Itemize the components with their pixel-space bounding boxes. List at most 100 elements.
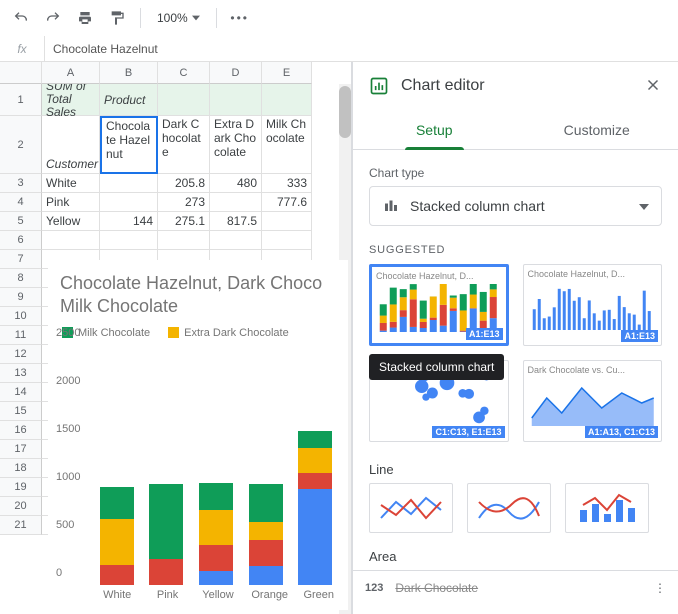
column-header[interactable]: B: [100, 62, 158, 84]
stacked-column-icon: [382, 196, 400, 217]
cell[interactable]: Product: [100, 84, 158, 116]
cell[interactable]: 480: [210, 174, 262, 193]
line-chart-option-2[interactable]: [467, 483, 551, 533]
number-format-icon: 123: [365, 582, 383, 594]
row-header[interactable]: 7: [0, 250, 42, 269]
sheet-tab-menu[interactable]: ⋮: [654, 581, 666, 595]
tooltip: Stacked column chart: [369, 354, 504, 380]
cell[interactable]: [158, 84, 210, 116]
spreadsheet: ABCDE 1SUM of Total SalesProduct 2Custome…: [0, 62, 352, 614]
chart-type-select[interactable]: Stacked column chart: [369, 186, 662, 226]
cell[interactable]: White: [42, 174, 100, 193]
close-button[interactable]: [644, 76, 662, 97]
row-header[interactable]: 5: [0, 212, 42, 231]
sheet-tab-bar: 123 Dark Chocolate ⋮: [353, 570, 678, 604]
cell[interactable]: Chocolate Hazelnut: [100, 116, 158, 174]
chart-editor-panel: Chart editor Setup Customize Chart type …: [352, 62, 678, 614]
row-header[interactable]: 1: [0, 84, 42, 116]
row-header[interactable]: 6: [0, 231, 42, 250]
column-header[interactable]: A: [42, 62, 100, 84]
row-header[interactable]: 19: [0, 478, 42, 497]
sheet-tab[interactable]: Dark Chocolate: [395, 581, 478, 595]
suggested-chart-1[interactable]: Chocolate Hazelnut, D... A1:E13: [369, 264, 509, 346]
print-button[interactable]: [72, 5, 98, 31]
cell[interactable]: Customer: [42, 116, 100, 174]
row-header[interactable]: 18: [0, 459, 42, 478]
panel-title: Chart editor: [401, 77, 632, 95]
row-header[interactable]: 11: [0, 326, 42, 345]
paint-format-button[interactable]: [104, 5, 130, 31]
cell[interactable]: 777.6: [262, 193, 312, 212]
suggested-chart-2[interactable]: Chocolate Hazelnut, D... A1:E13: [523, 264, 663, 346]
column-header[interactable]: D: [210, 62, 262, 84]
chart-title: Chocolate Hazelnut, Dark ChocoMilk Choco…: [60, 272, 336, 319]
row-header[interactable]: 13: [0, 364, 42, 383]
cell[interactable]: Dark Chocolate: [158, 116, 210, 174]
cell[interactable]: Extra Dark Chocolate: [210, 116, 262, 174]
column-header[interactable]: E: [262, 62, 312, 84]
cell[interactable]: [100, 193, 158, 212]
row-header[interactable]: 17: [0, 440, 42, 459]
toolbar: 100% •••: [0, 0, 678, 36]
line-chart-option-1[interactable]: [369, 483, 453, 533]
row-header[interactable]: 15: [0, 402, 42, 421]
separator: [216, 8, 217, 28]
corner-cell[interactable]: [0, 62, 42, 84]
cell[interactable]: Yellow: [42, 212, 100, 231]
cell[interactable]: [100, 231, 158, 250]
cell[interactable]: 817.5: [210, 212, 262, 231]
cell[interactable]: [210, 193, 262, 212]
more-button[interactable]: •••: [227, 5, 253, 31]
row-header[interactable]: 12: [0, 345, 42, 364]
cell[interactable]: 144: [100, 212, 158, 231]
row-header[interactable]: 3: [0, 174, 42, 193]
row-header[interactable]: 16: [0, 421, 42, 440]
separator: [140, 8, 141, 28]
chart-legend: Milk ChocolateExtra Dark Chocolate: [62, 327, 334, 339]
suggested-chart-4[interactable]: Dark Chocolate vs. Cu... A1:A13, C1:C13: [523, 360, 663, 442]
line-chart-row: [369, 483, 662, 533]
undo-button[interactable]: [8, 5, 34, 31]
tab-setup[interactable]: Setup: [353, 110, 516, 149]
cell[interactable]: [210, 231, 262, 250]
tab-customize[interactable]: Customize: [516, 110, 678, 149]
row-header[interactable]: 21: [0, 516, 42, 535]
embedded-chart[interactable]: Chocolate Hazelnut, Dark ChocoMilk Choco…: [48, 260, 348, 610]
cell[interactable]: [262, 212, 312, 231]
chart-type-label: Chart type: [369, 166, 662, 180]
fx-label: fx: [0, 36, 45, 61]
column-headers: ABCDE: [0, 62, 351, 84]
cell[interactable]: [262, 84, 312, 116]
row-header[interactable]: 10: [0, 307, 42, 326]
cell[interactable]: 273: [158, 193, 210, 212]
panel-header: Chart editor: [353, 62, 678, 110]
zoom-select[interactable]: 100%: [151, 11, 206, 25]
cell[interactable]: SUM of Total Sales: [42, 84, 100, 116]
cell[interactable]: [42, 231, 100, 250]
cell[interactable]: [210, 84, 262, 116]
cell[interactable]: Pink: [42, 193, 100, 212]
fx-value[interactable]: Chocolate Hazelnut: [45, 42, 158, 56]
cell[interactable]: 333: [262, 174, 312, 193]
chart-type-value: Stacked column chart: [410, 198, 629, 214]
zoom-value: 100%: [157, 11, 188, 25]
row-header[interactable]: 14: [0, 383, 42, 402]
suggested-label: SUGGESTED: [369, 244, 662, 256]
row-header[interactable]: 2: [0, 116, 42, 174]
row-header[interactable]: 4: [0, 193, 42, 212]
row-header[interactable]: 9: [0, 288, 42, 307]
cell[interactable]: 205.8: [158, 174, 210, 193]
caret-down-icon: [192, 14, 200, 22]
row-header[interactable]: 20: [0, 497, 42, 516]
category-line: Line: [369, 462, 662, 477]
column-header[interactable]: C: [158, 62, 210, 84]
cell[interactable]: 275.1: [158, 212, 210, 231]
cell[interactable]: [158, 231, 210, 250]
line-chart-option-3[interactable]: [565, 483, 649, 533]
cell[interactable]: [100, 174, 158, 193]
redo-button[interactable]: [40, 5, 66, 31]
row-header[interactable]: 8: [0, 269, 42, 288]
suggested-charts: Chocolate Hazelnut, D... A1:E13 Chocolat…: [369, 264, 662, 442]
cell[interactable]: Milk Chocolate: [262, 116, 312, 174]
cell[interactable]: [262, 231, 312, 250]
